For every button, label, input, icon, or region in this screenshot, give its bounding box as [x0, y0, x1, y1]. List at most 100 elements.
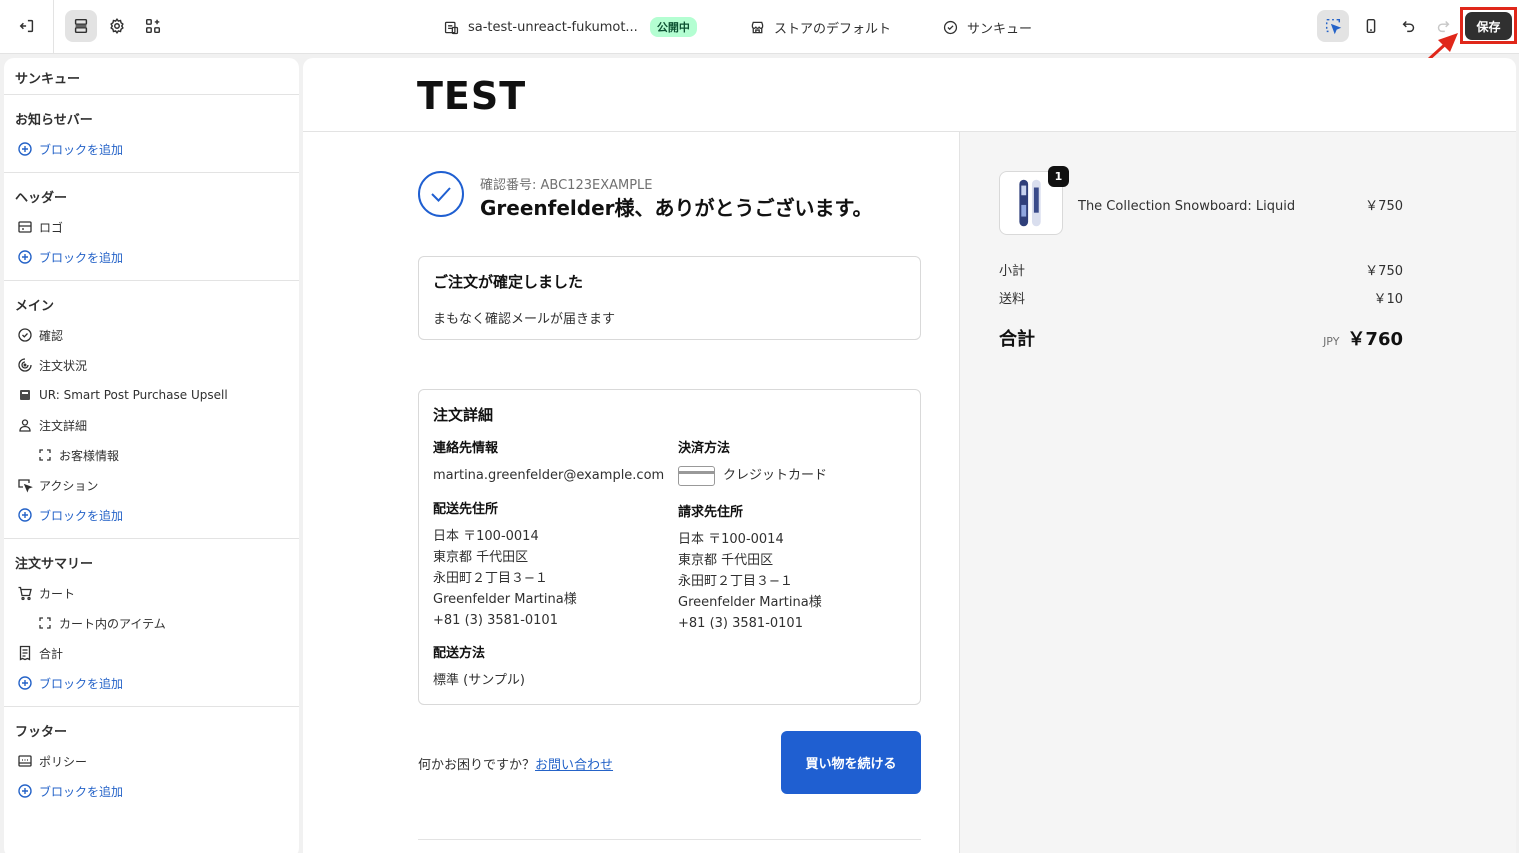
card-title: ご注文が確定しました — [433, 273, 584, 291]
add-block-button[interactable]: ブロックを追加 — [4, 500, 299, 530]
add-block-label: ブロックを追加 — [39, 784, 124, 799]
product-name: The Collection Snowboard: Liquid — [1078, 199, 1296, 214]
sidebar: サンキュー お知らせバー ブロックを追加 ヘッダー ロゴ ブロックを追加 メイン… — [4, 58, 299, 853]
cart-line-item: The Collection Snowboard: Liquid ￥750 — [1078, 195, 1403, 214]
sidebar-item-label: 注文詳細 — [39, 418, 88, 433]
total-label: 合計 — [999, 329, 1035, 350]
thank-you-heading: Greenfelder様、ありがとうございます。 — [480, 196, 873, 220]
sidebar-item-upsell-app[interactable]: UR: Smart Post Purchase Upsell — [4, 380, 299, 410]
total-value: ￥760 — [1347, 329, 1403, 350]
credit-card-icon — [678, 465, 715, 486]
cursor-click-icon — [18, 479, 33, 493]
sidebar-item-label: カート内のアイテム — [59, 616, 166, 631]
page-label: サンキュー — [967, 21, 1033, 37]
contact-heading: 連絡先情報 — [433, 441, 499, 456]
add-block-button[interactable]: ブロックを追加 — [4, 668, 299, 698]
sidebar-item-label: 合計 — [39, 646, 64, 661]
check-circle-icon — [18, 328, 32, 342]
section-announcement-bar: お知らせバー ブロックを追加 — [4, 95, 299, 173]
section-heading: 注文サマリー — [15, 557, 94, 572]
plus-circle-icon — [18, 784, 32, 798]
shop-icon — [751, 21, 764, 33]
dashed-block-icon — [39, 617, 51, 629]
add-block-button[interactable]: ブロックを追加 — [4, 242, 299, 272]
store-icon — [444, 21, 459, 34]
subtotal-row: 小計 ￥750 — [999, 260, 1403, 279]
address-line: Greenfelder Martina様 — [433, 592, 577, 607]
section-heading: ヘッダー — [15, 191, 68, 206]
theme-label: ストアのデフォルト — [774, 21, 892, 37]
status-badge: 公開中 — [649, 17, 697, 37]
help-label: 何かお困りですか？ — [418, 758, 536, 773]
divider — [418, 839, 921, 840]
contact-email: martina.greenfelder@example.com — [433, 468, 665, 483]
mobile-view-icon[interactable] — [1355, 10, 1387, 42]
store-name: sa-test-unreact-fukumot... — [468, 19, 638, 35]
add-block-button[interactable]: ブロックを追加 — [4, 776, 299, 806]
subtotal-value: ￥750 — [1365, 264, 1403, 279]
sidebar-item-policy[interactable]: ポリシー — [4, 746, 299, 776]
sections-icon[interactable] — [65, 10, 97, 42]
check-circle-icon — [943, 20, 958, 34]
save-button[interactable]: 保存 — [1465, 12, 1512, 40]
contact-link[interactable]: お問い合わせ — [535, 758, 613, 773]
confirmation-number: 確認番号: ABC123EXAMPLE — [480, 178, 653, 193]
inspector-icon[interactable] — [1317, 10, 1349, 42]
sidebar-item-label: UR: Smart Post Purchase Upsell — [39, 388, 228, 402]
sidebar-item-label: カート — [39, 586, 76, 601]
top-bar: sa-test-unreact-fukumot... 公開中 ストアのデフォルト… — [0, 0, 1519, 54]
add-block-label: ブロックを追加 — [39, 250, 124, 265]
theme-selector[interactable]: ストアのデフォルト — [749, 0, 891, 54]
page-preview: TEST 確認番号: ABC123EXAMPLE Greenfelder様、あり… — [303, 58, 1516, 853]
sidebar-item-logo[interactable]: ロゴ — [4, 212, 299, 242]
apps-icon[interactable] — [137, 10, 169, 42]
dashed-block-icon — [39, 449, 51, 461]
sidebar-item-label: お客様情報 — [59, 448, 120, 463]
exit-icon[interactable] — [11, 10, 43, 42]
sidebar-item-total[interactable]: 合計 — [4, 638, 299, 668]
address-line: 日本 〒100-0014 — [678, 532, 784, 547]
section-order-summary: 注文サマリー カート カート内のアイテム 合計 ブロックを追加 — [4, 539, 299, 707]
sidebar-item-cart-items[interactable]: カート内のアイテム — [4, 608, 299, 638]
address-line: 東京都 千代田区 — [433, 550, 529, 565]
receipt-icon — [19, 645, 31, 661]
address-line: Greenfelder Martina様 — [678, 595, 822, 610]
shipping-row: 送料 ￥10 — [999, 288, 1403, 307]
plus-circle-icon — [18, 142, 32, 156]
sidebar-item-order-status[interactable]: 注文状況 — [4, 350, 299, 380]
app-block-icon — [20, 390, 30, 400]
store-selector[interactable]: sa-test-unreact-fukumot... 公開中 — [443, 0, 697, 54]
section-header: ヘッダー ロゴ ブロックを追加 — [4, 173, 299, 281]
sidebar-item-customer-info[interactable]: お客様情報 — [4, 440, 299, 470]
plus-circle-icon — [18, 250, 32, 264]
store-logo[interactable]: TEST — [417, 74, 526, 118]
sidebar-item-label: ポリシー — [39, 754, 88, 769]
billing-address-heading: 請求先住所 — [678, 505, 744, 520]
shipping-method-value: 標準 (サンプル) — [433, 673, 525, 688]
add-block-button[interactable]: ブロックを追加 — [4, 134, 299, 164]
add-block-label: ブロックを追加 — [39, 142, 124, 157]
shipping-method: 配送方法 標準 (サンプル) — [433, 642, 673, 691]
sidebar-item-order-details[interactable]: 注文詳細 — [4, 410, 299, 440]
section-heading: お知らせバー — [15, 113, 93, 128]
address-line: 永田町２丁目３−１ — [678, 574, 793, 589]
preview-header: TEST — [303, 58, 1516, 132]
person-icon — [19, 419, 31, 432]
address-line: 東京都 千代田区 — [678, 553, 774, 568]
subtotal-label: 小計 — [999, 264, 1026, 279]
section-heading: フッター — [15, 725, 68, 740]
add-block-label: ブロックを追加 — [39, 508, 124, 523]
add-block-label: ブロックを追加 — [39, 676, 124, 691]
product-price: ￥750 — [1365, 199, 1403, 214]
page-selector[interactable]: サンキュー — [942, 0, 1032, 54]
plus-circle-icon — [18, 676, 32, 690]
sidebar-item-actions[interactable]: アクション — [4, 470, 299, 500]
logo-block-icon — [18, 221, 32, 233]
policy-block-icon — [18, 755, 32, 767]
continue-shopping-button[interactable]: 買い物を続ける — [781, 731, 921, 794]
gear-icon[interactable] — [101, 10, 133, 42]
sidebar-item-confirmation[interactable]: 確認 — [4, 320, 299, 350]
address-line: 日本 〒100-0014 — [433, 529, 539, 544]
sidebar-item-cart[interactable]: カート — [4, 578, 299, 608]
payment-heading: 決済方法 — [678, 441, 731, 456]
